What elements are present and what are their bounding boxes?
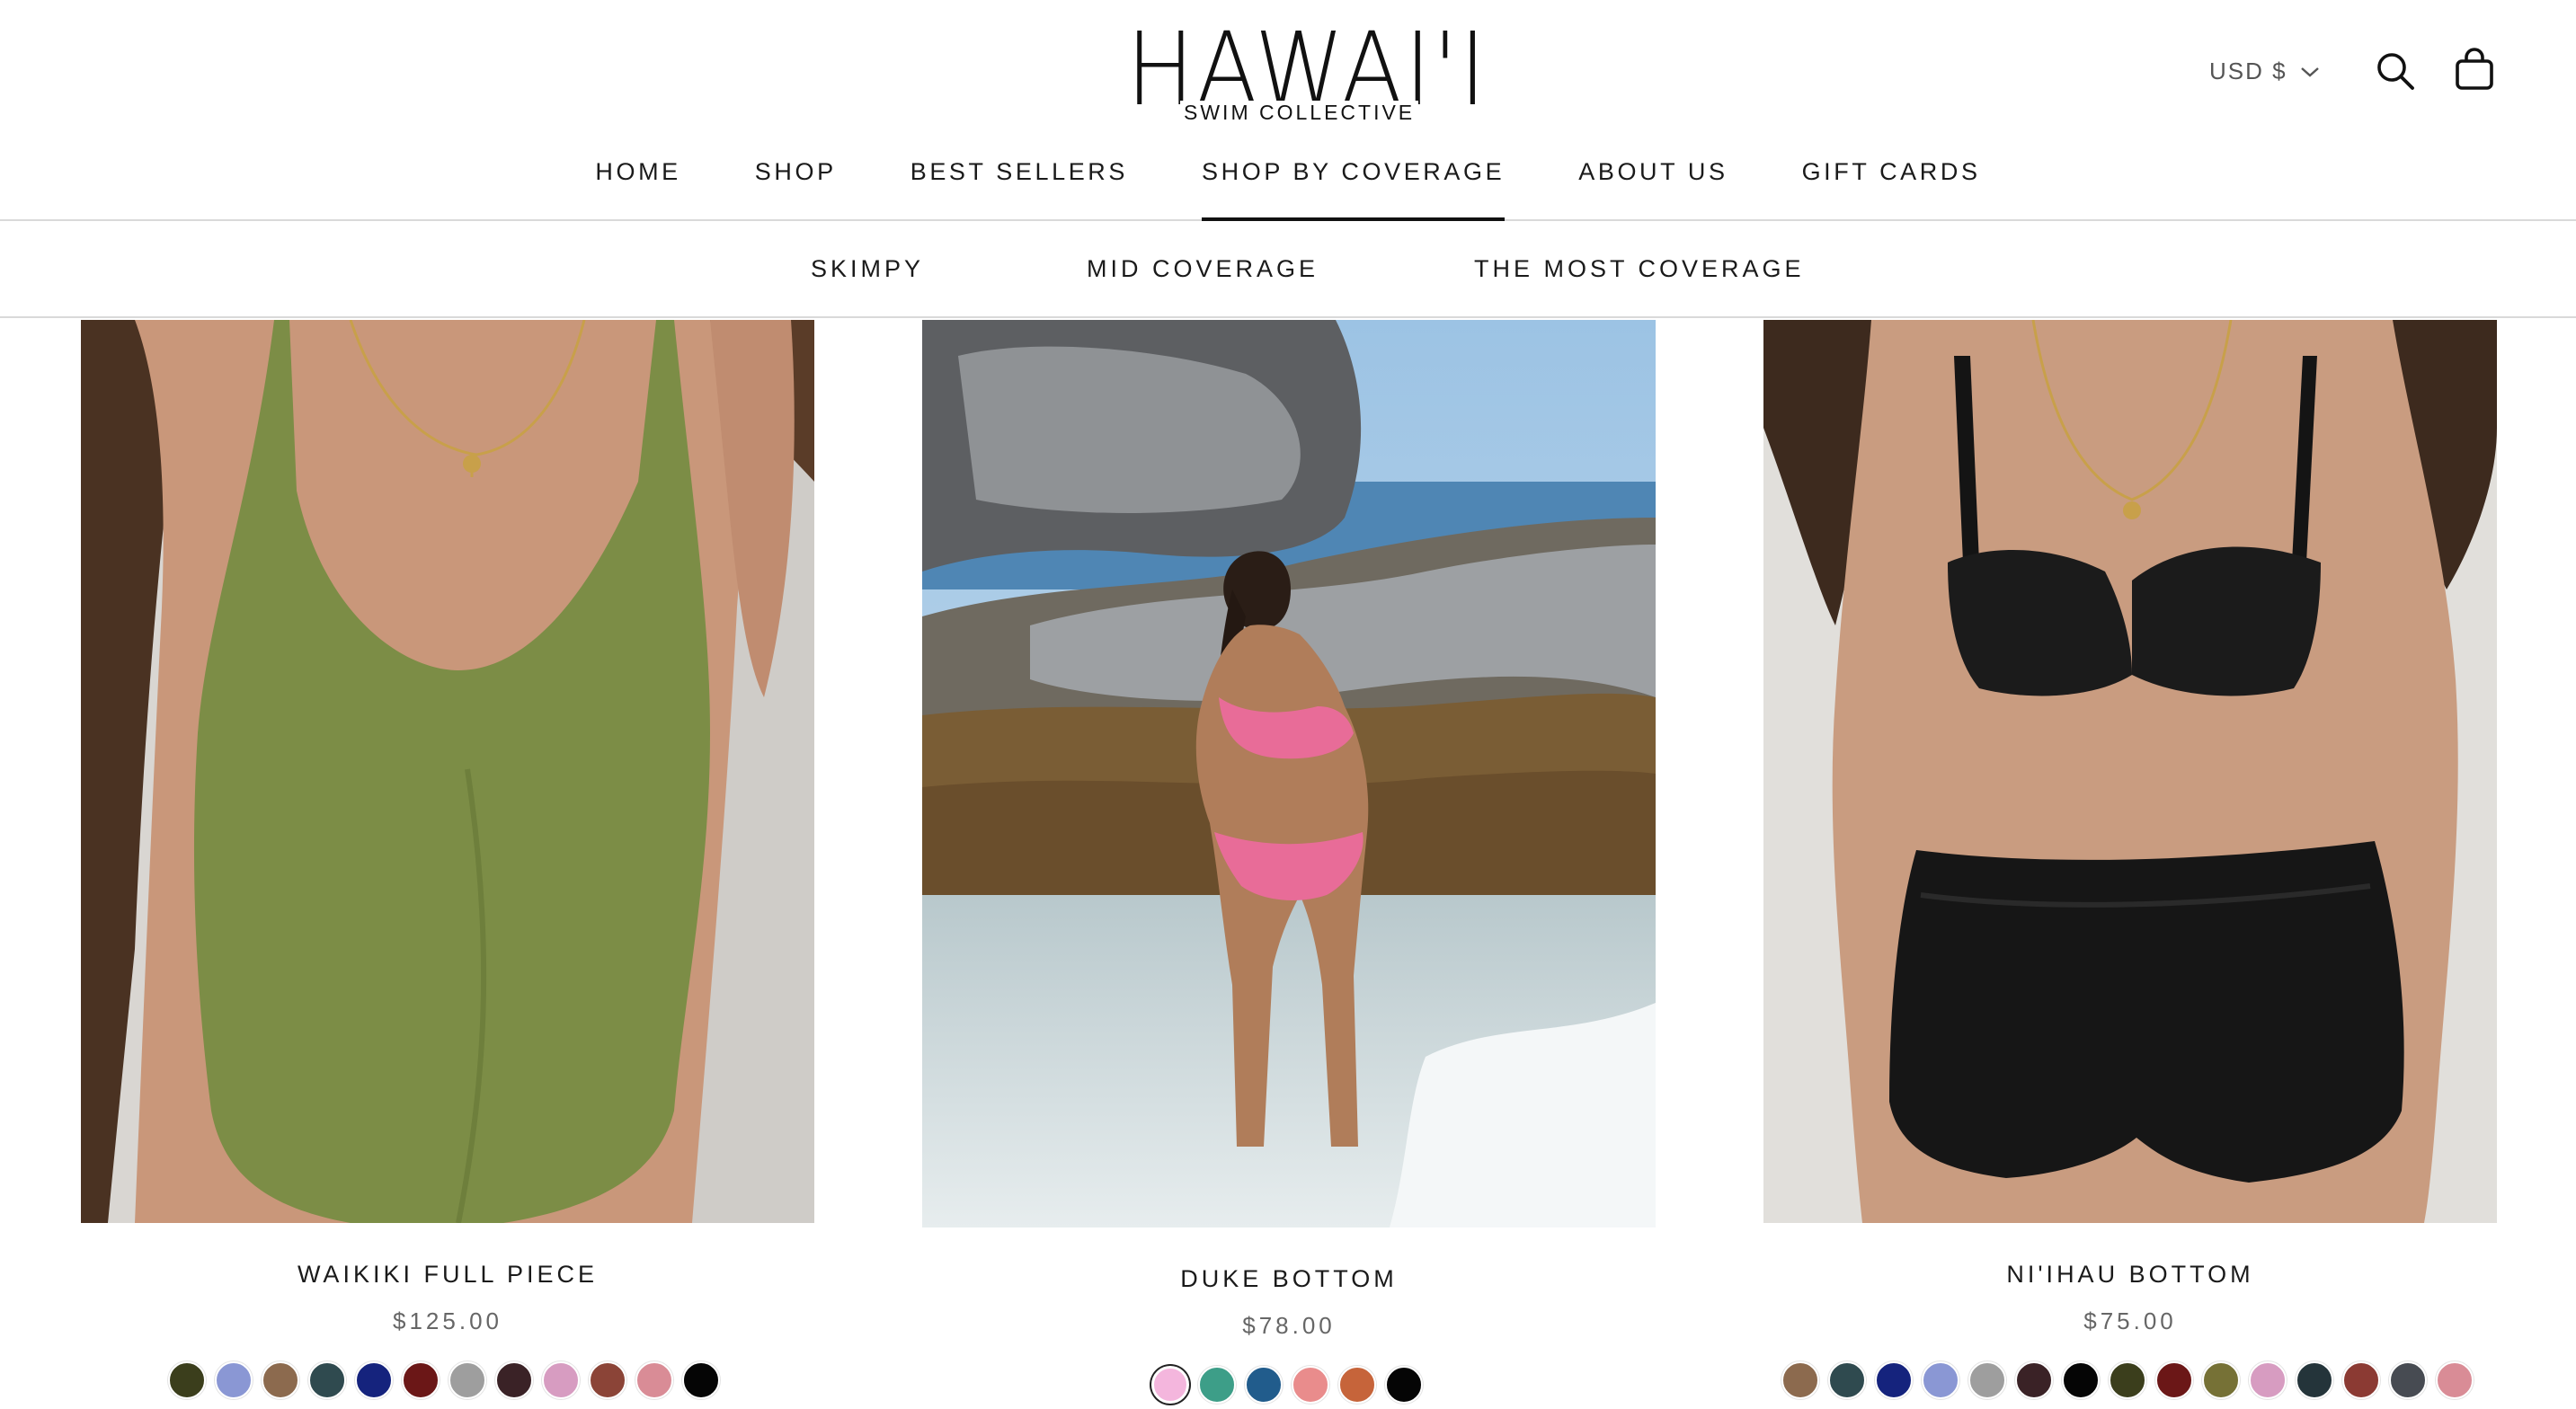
- color-swatch[interactable]: [589, 1361, 626, 1399]
- color-swatch[interactable]: [355, 1361, 393, 1399]
- color-swatch[interactable]: [1292, 1366, 1329, 1404]
- search-icon: [2377, 53, 2414, 90]
- site-header: HAWAI'I SWIM COLLECTIVE USD $ HOME SHOP …: [0, 0, 2576, 221]
- brand-logo[interactable]: HAWAI'I SWIM COLLECTIVE: [1126, 20, 1486, 125]
- color-swatch[interactable]: [2109, 1361, 2146, 1399]
- color-swatch[interactable]: [2389, 1361, 2427, 1399]
- product-price: $78.00: [1242, 1312, 1336, 1339]
- color-swatch[interactable]: [2342, 1361, 2380, 1399]
- photo-beach-pink-bikini: [922, 320, 1656, 1227]
- subnav-skimpy[interactable]: SKIMPY: [811, 255, 924, 283]
- nav-home[interactable]: HOME: [595, 151, 680, 221]
- color-swatch[interactable]: [2155, 1361, 2193, 1399]
- color-swatch[interactable]: [542, 1361, 580, 1399]
- color-swatch[interactable]: [1151, 1366, 1189, 1404]
- product-title[interactable]: DUKE BOTTOM: [922, 1265, 1656, 1293]
- color-swatch[interactable]: [2296, 1361, 2333, 1399]
- nav-shop-by-coverage[interactable]: SHOP BY COVERAGE: [1202, 151, 1506, 221]
- nav-best-sellers[interactable]: BEST SELLERS: [910, 151, 1128, 221]
- product-title[interactable]: NI'IHAU BOTTOM: [1763, 1261, 2497, 1289]
- product-image-waikiki[interactable]: [81, 320, 814, 1223]
- subnav-most-coverage[interactable]: THE MOST COVERAGE: [1474, 255, 1805, 283]
- shopping-bag-icon: [2456, 48, 2493, 90]
- color-swatch[interactable]: [2015, 1361, 2053, 1399]
- color-swatch[interactable]: [1922, 1361, 1959, 1399]
- chevron-down-icon: [2300, 66, 2319, 77]
- main-navigation: HOME SHOP BEST SELLERS SHOP BY COVERAGE …: [0, 151, 2576, 221]
- product-price: $75.00: [2083, 1307, 2177, 1334]
- currency-selector[interactable]: USD $: [2209, 58, 2320, 85]
- color-swatch[interactable]: [2249, 1361, 2287, 1399]
- product-image-duke[interactable]: [922, 320, 1656, 1227]
- color-swatches: [1151, 1366, 1423, 1404]
- photo-green-one-piece: [81, 320, 814, 1223]
- product-title[interactable]: WAIKIKI FULL PIECE: [81, 1261, 814, 1289]
- color-swatches: [168, 1361, 720, 1399]
- color-swatch[interactable]: [1198, 1366, 1236, 1404]
- color-swatch[interactable]: [308, 1361, 346, 1399]
- color-swatch[interactable]: [449, 1361, 486, 1399]
- color-swatch[interactable]: [2202, 1361, 2240, 1399]
- cart-button[interactable]: [2454, 48, 2495, 90]
- color-swatch[interactable]: [168, 1361, 206, 1399]
- color-swatch[interactable]: [262, 1361, 299, 1399]
- color-swatches: [1781, 1361, 2474, 1399]
- subnav-mid-coverage[interactable]: MID COVERAGE: [1087, 255, 1319, 283]
- color-swatch[interactable]: [1385, 1366, 1423, 1404]
- product-image-niihau[interactable]: [1763, 320, 2497, 1223]
- color-swatch[interactable]: [2436, 1361, 2474, 1399]
- color-swatch[interactable]: [402, 1361, 440, 1399]
- nav-shop[interactable]: SHOP: [755, 151, 837, 221]
- nav-about-us[interactable]: ABOUT US: [1578, 151, 1728, 221]
- color-swatch[interactable]: [1875, 1361, 1913, 1399]
- color-swatch[interactable]: [495, 1361, 533, 1399]
- color-swatch[interactable]: [682, 1361, 720, 1399]
- color-swatch[interactable]: [1968, 1361, 2006, 1399]
- color-swatch[interactable]: [215, 1361, 253, 1399]
- nav-gift-cards[interactable]: GIFT CARDS: [1802, 151, 1981, 221]
- color-swatch[interactable]: [1781, 1361, 1819, 1399]
- product-price: $125.00: [393, 1307, 502, 1334]
- color-swatch[interactable]: [2062, 1361, 2100, 1399]
- color-swatch[interactable]: [1245, 1366, 1283, 1404]
- photo-black-bikini: [1763, 320, 2497, 1223]
- coverage-subnav: SKIMPY MID COVERAGE THE MOST COVERAGE: [0, 223, 2576, 318]
- currency-label: USD $: [2209, 58, 2287, 84]
- color-swatch[interactable]: [635, 1361, 673, 1399]
- search-button[interactable]: [2375, 50, 2416, 92]
- color-swatch[interactable]: [1828, 1361, 1866, 1399]
- color-swatch[interactable]: [1338, 1366, 1376, 1404]
- logo-tagline: SWIM COLLECTIVE: [1180, 101, 1419, 125]
